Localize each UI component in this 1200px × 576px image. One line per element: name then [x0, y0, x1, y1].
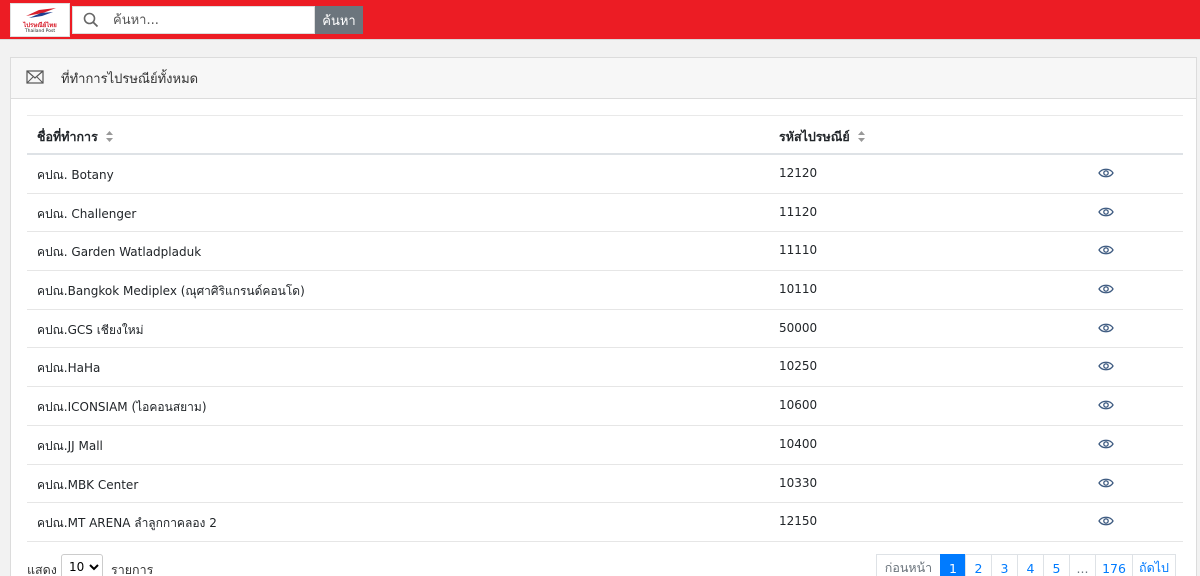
view-eye-icon[interactable] — [1098, 515, 1114, 527]
table-row: คปณ.JJ Mall 10400 — [27, 426, 1183, 465]
page-size-select[interactable]: 10 — [61, 554, 103, 576]
search-input[interactable] — [113, 10, 308, 30]
table-row: คปณ.GCS เชียงใหม่ 50000 — [27, 310, 1183, 349]
office-name: คปณ.MT ARENA ลำลูกกาคลอง 2 — [37, 516, 217, 531]
postcode: 10250 — [779, 359, 818, 374]
office-name: คปณ.JJ Mall — [37, 438, 103, 453]
table-row: คปณ. Botany 12120 — [27, 155, 1183, 194]
view-eye-icon[interactable] — [1098, 477, 1114, 489]
table-row: คปณ.HaHa 10250 — [27, 348, 1183, 388]
logo-text-th: ไปรษณีย์ไทย — [23, 22, 57, 29]
office-name: คปณ. Botany — [37, 168, 114, 182]
office-name: คปณ. Garden Watladpladuk — [37, 245, 202, 260]
postcode: 11120 — [779, 204, 818, 219]
postcode: 12120 — [779, 166, 818, 180]
table-row: คปณ. Garden Watladpladuk 11110 — [27, 232, 1183, 272]
items-label: รายการ — [111, 562, 154, 576]
sort-icon — [106, 131, 114, 142]
postcode: 10400 — [779, 436, 818, 451]
post-bird-icon — [26, 8, 56, 18]
view-eye-icon[interactable] — [1098, 438, 1114, 450]
table-row: คปณ.ICONSIAM (ไอคอนสยาม) 10600 — [27, 387, 1183, 426]
view-eye-icon[interactable] — [1098, 283, 1114, 295]
office-name: คปณ.HaHa — [37, 361, 101, 376]
top-navbar: ไปรษณีย์ไทย Thailand Post ค้นหา — [0, 0, 1200, 40]
view-eye-icon[interactable] — [1098, 206, 1114, 218]
pagination-prev[interactable]: ก่อนหน้า — [876, 554, 941, 576]
postcode: 10600 — [779, 398, 818, 413]
table-row: คปณ.Bangkok Mediplex (ณุศาศิริแกรนด์คอนโ… — [27, 271, 1183, 310]
table-header: ชื่อที่ทำการ รหัสไปรษณีย์ — [27, 115, 1183, 155]
search-icon — [83, 12, 99, 28]
envelope-icon — [26, 70, 44, 84]
pagination-page-3[interactable]: 3 — [991, 554, 1018, 576]
view-eye-icon[interactable] — [1098, 167, 1114, 179]
pagination-page-4[interactable]: 4 — [1017, 554, 1044, 576]
postcode: 50000 — [779, 320, 818, 335]
pagination-next[interactable]: ถัดไป — [1132, 554, 1176, 576]
pagination: ก่อนหน้า 1 2 3 4 5 ... 176 ถัดไป — [876, 554, 1176, 576]
column-header-name[interactable]: ชื่อที่ทำการ — [37, 127, 114, 147]
pagination-page-2[interactable]: 2 — [965, 554, 992, 576]
postcode: 10110 — [779, 282, 818, 297]
view-eye-icon[interactable] — [1098, 399, 1114, 411]
thailand-post-logo[interactable]: ไปรษณีย์ไทย Thailand Post — [10, 3, 70, 37]
column-header-postcode[interactable]: รหัสไปรษณีย์ — [779, 127, 866, 147]
postcode: 11110 — [779, 243, 818, 258]
office-name: คปณ.Bangkok Mediplex (ณุศาศิริแกรนด์คอนโ… — [37, 284, 305, 299]
pagination-page-5[interactable]: 5 — [1043, 554, 1070, 576]
view-eye-icon[interactable] — [1098, 244, 1114, 256]
card-header: ที่ทำการไปรษณีย์ทั้งหมด — [11, 58, 1196, 99]
post-office-list-card: ที่ทำการไปรษณีย์ทั้งหมด ชื่อที่ทำการ รหั… — [10, 57, 1197, 576]
view-eye-icon[interactable] — [1098, 322, 1114, 334]
postcode: 12150 — [779, 514, 818, 529]
office-name: คปณ. Challenger — [37, 206, 137, 221]
office-name: คปณ.MBK Center — [37, 477, 139, 492]
office-name: คปณ.GCS เชียงใหม่ — [37, 322, 144, 337]
postcode: 10330 — [779, 475, 818, 490]
sort-icon — [858, 131, 866, 142]
pagination-page-1[interactable]: 1 — [940, 554, 966, 576]
table-row: คปณ.MBK Center 10330 — [27, 465, 1183, 504]
show-label: แสดง — [27, 562, 57, 576]
pagination-ellipsis: ... — [1069, 554, 1096, 576]
search-box — [72, 6, 315, 34]
table-row: คปณ.MT ARENA ลำลูกกาคลอง 2 12150 — [27, 503, 1183, 542]
table-row: คปณ. Challenger 11120 — [27, 194, 1183, 233]
logo-text-en: Thailand Post — [24, 29, 56, 34]
search-button[interactable]: ค้นหา — [315, 6, 363, 34]
view-eye-icon[interactable] — [1098, 360, 1114, 372]
office-name: คปณ.ICONSIAM (ไอคอนสยาม) — [37, 400, 207, 415]
pagination-page-last[interactable]: 176 — [1095, 554, 1133, 576]
card-title: ที่ทำการไปรษณีย์ทั้งหมด — [61, 72, 199, 87]
post-office-table: ชื่อที่ทำการ รหัสไปรษณีย์ คปณ. Botany 12… — [27, 115, 1183, 542]
